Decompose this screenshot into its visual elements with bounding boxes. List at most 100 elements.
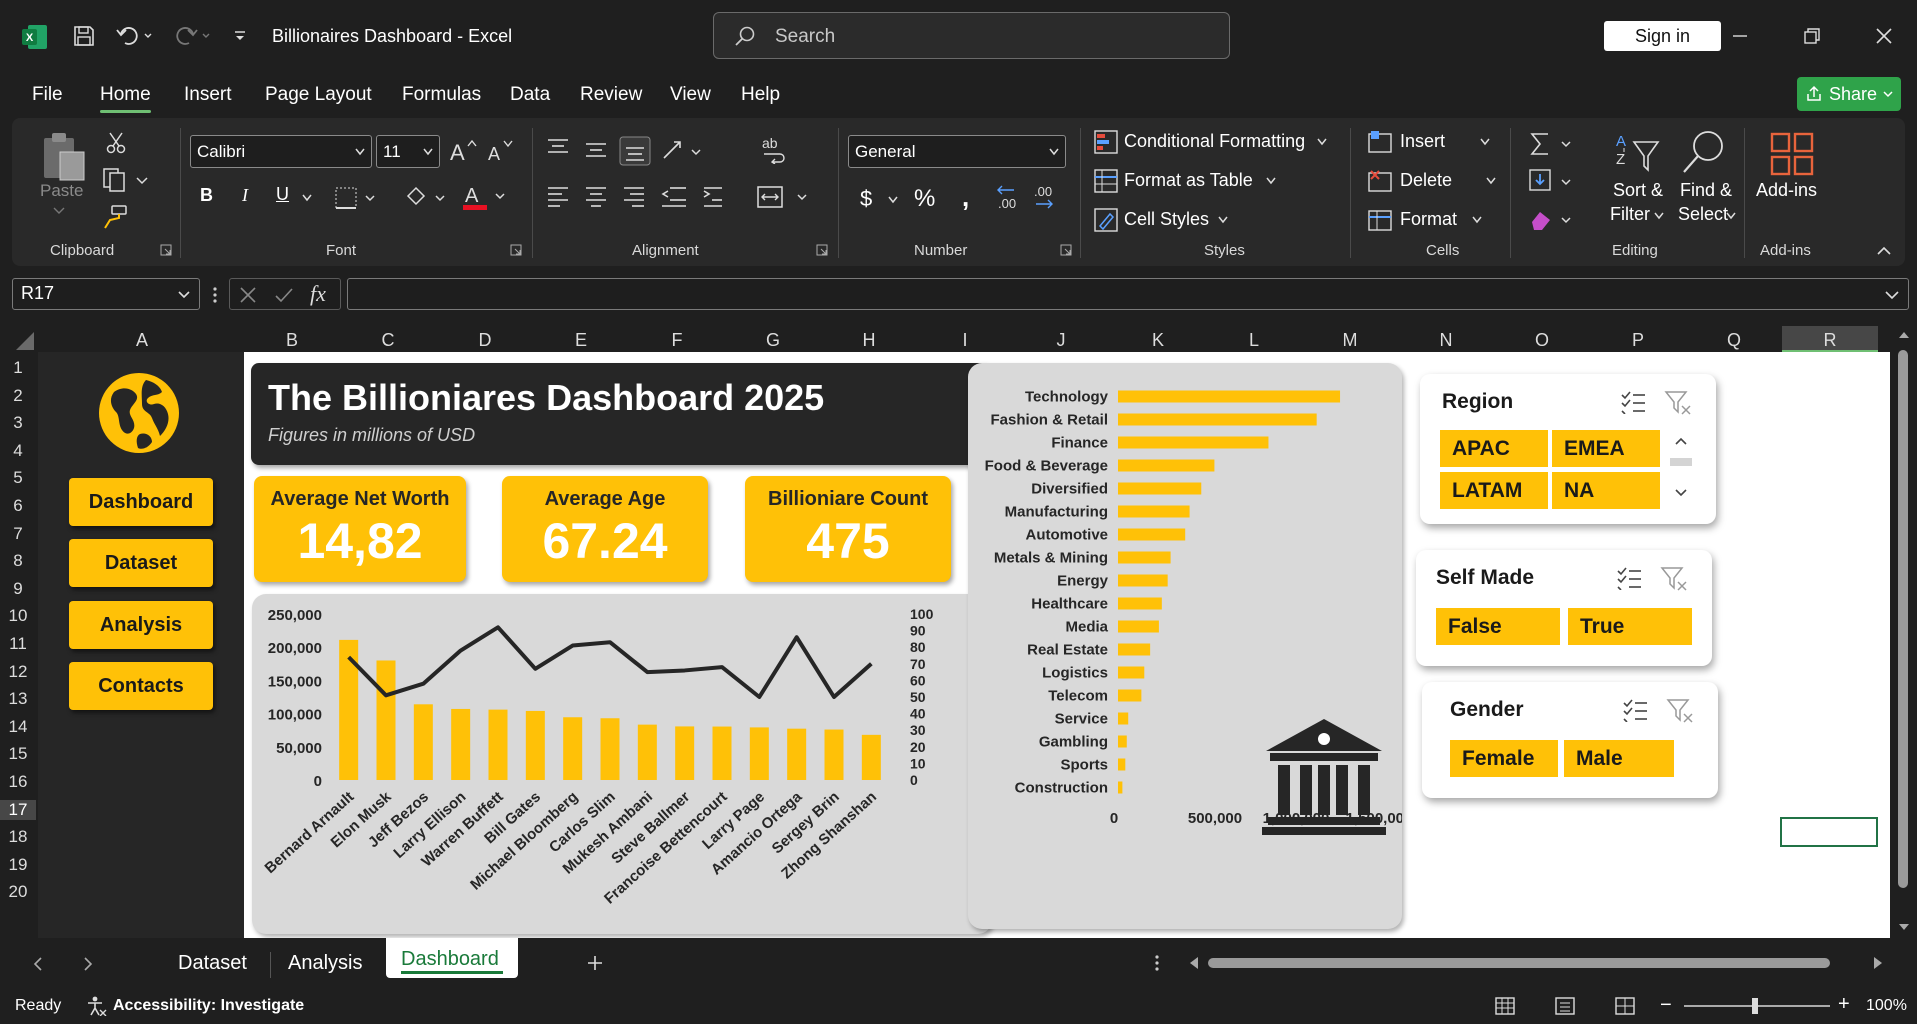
row-header-11[interactable]: 11	[0, 634, 36, 654]
page-layout-view-icon[interactable]	[1554, 996, 1576, 1016]
cut-icon[interactable]	[104, 131, 128, 155]
underline-icon[interactable]: U	[276, 184, 289, 205]
format-as-table-button[interactable]: Format as Table	[1124, 170, 1253, 191]
slicer-item-true[interactable]: True	[1568, 608, 1692, 645]
nav-dataset-button[interactable]: Dataset	[69, 539, 213, 587]
add-sheet-icon[interactable]	[586, 954, 604, 972]
add-ins-button[interactable]: Add-ins	[1756, 180, 1817, 201]
row-header-13[interactable]: 13	[0, 689, 36, 709]
chevron-down-icon[interactable]	[1472, 216, 1482, 224]
page-break-view-icon[interactable]	[1614, 996, 1636, 1016]
next-sheet-icon[interactable]	[82, 956, 94, 972]
chevron-down-icon[interactable]	[1654, 212, 1664, 220]
slicer-item-false[interactable]: False	[1436, 608, 1560, 645]
prev-sheet-icon[interactable]	[32, 956, 44, 972]
chevron-up-icon[interactable]	[1674, 436, 1688, 446]
chevron-down-icon[interactable]	[1317, 138, 1327, 146]
accessibility-status[interactable]: Accessibility: Investigate	[113, 997, 304, 1015]
row-header-20[interactable]: 20	[0, 882, 36, 902]
cell-styles-button[interactable]: Cell Styles	[1124, 209, 1209, 230]
restore-icon[interactable]	[1792, 18, 1832, 54]
share-button[interactable]: Share	[1797, 77, 1901, 111]
minimize-icon[interactable]	[1720, 18, 1760, 54]
slicer-item-latam[interactable]: LATAM	[1440, 472, 1548, 509]
font-size-select[interactable]: 11	[376, 135, 440, 168]
increase-font-icon[interactable]: A	[448, 138, 478, 166]
clear-filter-icon[interactable]	[1666, 698, 1694, 724]
column-header-p[interactable]: P	[1628, 330, 1648, 351]
customize-toolbar-icon[interactable]	[230, 22, 250, 50]
paste-icon[interactable]	[40, 130, 88, 182]
undo-icon[interactable]	[112, 22, 158, 50]
normal-view-icon[interactable]	[1494, 996, 1516, 1016]
select-all-icon[interactable]	[14, 332, 34, 350]
multi-select-icon[interactable]	[1616, 566, 1642, 590]
dialog-launcher-icon[interactable]	[160, 244, 172, 256]
zoom-out-icon[interactable]: −	[1660, 994, 1672, 1017]
menu-formulas[interactable]: Formulas	[402, 84, 481, 106]
dialog-launcher-icon[interactable]	[1060, 244, 1072, 256]
row-header-8[interactable]: 8	[0, 551, 36, 571]
multi-select-icon[interactable]	[1622, 698, 1648, 722]
redo-icon[interactable]	[170, 22, 216, 50]
menu-insert[interactable]: Insert	[184, 84, 232, 106]
zoom-level[interactable]: 100%	[1866, 997, 1907, 1015]
font-family-select[interactable]: Calibri	[190, 135, 372, 168]
column-header-q[interactable]: Q	[1724, 330, 1744, 351]
sign-in-button[interactable]: Sign in	[1604, 21, 1721, 51]
column-header-k[interactable]: K	[1148, 330, 1168, 351]
zoom-in-icon[interactable]: +	[1838, 993, 1850, 1016]
vertical-align-icons[interactable]	[546, 136, 736, 166]
menu-review[interactable]: Review	[580, 84, 642, 106]
format-cells-button[interactable]: Format	[1400, 209, 1457, 230]
row-header-3[interactable]: 3	[0, 413, 36, 433]
decrease-font-icon[interactable]: A	[486, 138, 516, 166]
cancel-icon[interactable]	[238, 285, 258, 305]
collapse-ribbon-icon[interactable]	[1876, 246, 1892, 256]
row-header-14[interactable]: 14	[0, 717, 36, 737]
row-header-1[interactable]: 1	[0, 358, 36, 378]
chevron-down-icon[interactable]	[1218, 216, 1228, 224]
column-header-c[interactable]: C	[378, 330, 398, 351]
chevron-down-icon[interactable]	[302, 194, 312, 202]
slicer-item-na[interactable]: NA	[1552, 472, 1660, 509]
expand-formula-icon[interactable]	[1884, 290, 1900, 300]
nav-dashboard-button[interactable]: Dashboard	[69, 478, 213, 526]
row-header-6[interactable]: 6	[0, 496, 36, 516]
row-header-9[interactable]: 9	[0, 579, 36, 599]
row-header-19[interactable]: 19	[0, 855, 36, 875]
row-header-10[interactable]: 10	[0, 606, 36, 626]
more-options-icon[interactable]	[212, 286, 218, 304]
row-header-7[interactable]: 7	[0, 524, 36, 544]
column-header-f[interactable]: F	[667, 330, 687, 351]
enter-icon[interactable]	[274, 285, 294, 305]
horizontal-scroll-thumb[interactable]	[1208, 958, 1830, 968]
comma-style-icon[interactable]: ,	[962, 182, 969, 213]
row-header-15[interactable]: 15	[0, 744, 36, 764]
column-header-e[interactable]: E	[571, 330, 591, 351]
accessibility-icon[interactable]	[86, 996, 108, 1016]
column-header-j[interactable]: J	[1051, 330, 1071, 351]
menu-home[interactable]: Home	[100, 84, 151, 113]
column-header-i[interactable]: I	[955, 330, 975, 351]
column-header-d[interactable]: D	[475, 330, 495, 351]
row-header-18[interactable]: 18	[0, 827, 36, 847]
fill-color-icon[interactable]	[404, 184, 450, 212]
zoom-slider-thumb[interactable]	[1752, 998, 1758, 1014]
selected-cell-r17[interactable]	[1780, 817, 1878, 847]
slicer-item-female[interactable]: Female	[1450, 740, 1558, 777]
sort-filter-label-1[interactable]: Sort &	[1610, 180, 1666, 201]
column-header-g[interactable]: G	[763, 330, 783, 351]
tab-dashboard[interactable]: Dashboard	[401, 948, 499, 971]
row-header-17[interactable]: 17	[0, 799, 36, 820]
clear-filter-icon[interactable]	[1664, 390, 1692, 416]
bold-icon[interactable]: B	[200, 185, 213, 206]
scroll-up-icon[interactable]	[1897, 330, 1911, 340]
copy-icon[interactable]	[102, 167, 152, 193]
more-options-icon[interactable]	[1154, 954, 1160, 972]
vertical-scrollbar[interactable]	[1890, 326, 1917, 938]
borders-icon[interactable]	[334, 186, 380, 210]
row-header-2[interactable]: 2	[0, 386, 36, 406]
row-header-16[interactable]: 16	[0, 772, 36, 792]
insert-cells-button[interactable]: Insert	[1400, 131, 1445, 152]
